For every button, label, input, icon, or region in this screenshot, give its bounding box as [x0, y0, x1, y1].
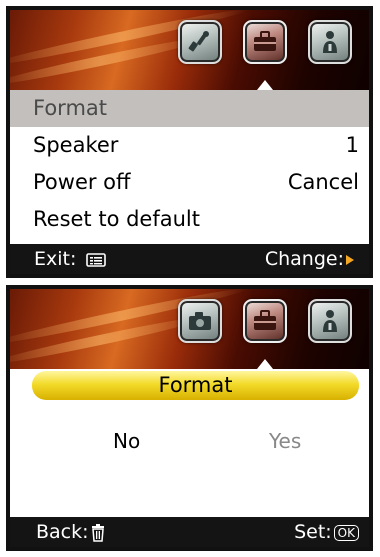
tab-info[interactable] — [308, 20, 352, 64]
footer-bar: Back: Set: OK — [10, 517, 369, 547]
settings-menu: Format Speaker 1 Power off Cancel Reset … — [10, 90, 369, 238]
trash-icon — [91, 523, 104, 542]
tools-icon — [188, 31, 209, 52]
option-no[interactable]: No — [113, 429, 140, 453]
format-dialog-screen: Format No Yes Back: Set: OK — [6, 285, 373, 551]
header-banner — [10, 289, 369, 369]
dialog-title: Format — [32, 371, 359, 400]
back-hint[interactable]: Back: — [36, 517, 105, 547]
footer-bar: Exit: Change: — [10, 244, 369, 274]
menu-item-speaker[interactable]: Speaker 1 — [10, 127, 369, 164]
exit-hint[interactable]: Exit: — [34, 244, 107, 274]
option-yes[interactable]: Yes — [269, 429, 301, 453]
settings-screen: Format Speaker 1 Power off Cancel Reset … — [6, 6, 373, 278]
menu-item-power-off[interactable]: Power off Cancel — [10, 164, 369, 201]
info-icon — [323, 310, 337, 332]
ok-badge: OK — [333, 524, 359, 541]
change-label: Change: — [264, 248, 344, 270]
menu-item-reset[interactable]: Reset to default — [10, 201, 369, 238]
back-label: Back: — [36, 521, 89, 543]
header-banner — [10, 10, 369, 90]
tab-info[interactable] — [308, 299, 352, 343]
menu-item-value: Cancel — [287, 170, 359, 194]
menu-item-label: Reset to default — [33, 207, 200, 231]
right-arrow-icon — [346, 254, 354, 265]
menu-icon — [86, 252, 107, 267]
menu-item-label: Power off — [33, 170, 131, 194]
menu-item-value: 1 — [345, 133, 359, 157]
tab-pointer — [257, 80, 273, 90]
tab-toolbox[interactable] — [243, 20, 287, 64]
tab-tools[interactable] — [178, 20, 222, 64]
tab-camera[interactable] — [178, 299, 222, 343]
set-hint[interactable]: Set: OK — [294, 517, 359, 547]
menu-item-format[interactable]: Format — [10, 90, 369, 127]
camera-icon — [189, 312, 211, 330]
tab-pointer — [257, 359, 273, 369]
toolbox-icon — [254, 31, 276, 51]
toolbox-icon — [254, 310, 276, 330]
exit-label: Exit: — [34, 248, 77, 270]
tab-toolbox[interactable] — [243, 299, 287, 343]
set-label: Set: — [294, 521, 332, 543]
info-icon — [323, 31, 337, 53]
menu-item-label: Format — [33, 96, 108, 120]
menu-item-label: Speaker — [33, 133, 119, 157]
change-hint[interactable]: Change: — [265, 244, 355, 274]
